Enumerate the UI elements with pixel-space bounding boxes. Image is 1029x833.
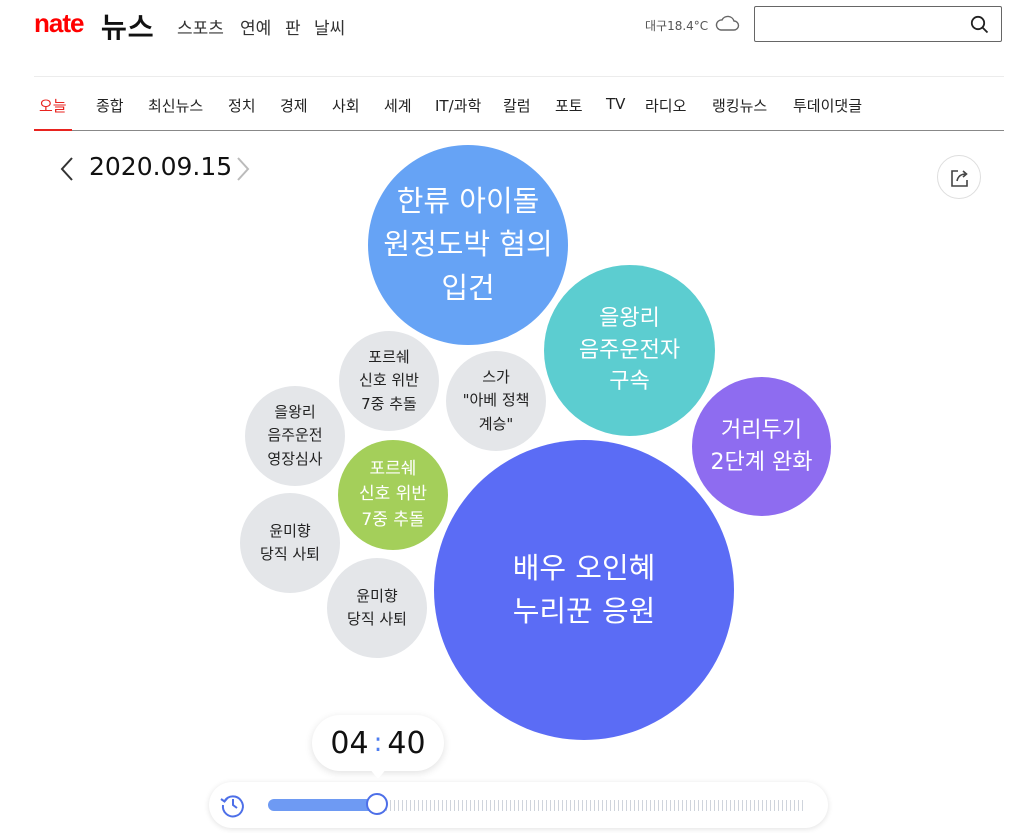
bubble-topic-6[interactable]: 포르쉐 신호 위반 7중 추돌 (339, 331, 439, 431)
search-input[interactable] (754, 6, 1002, 42)
tab-today-comments[interactable]: 투데이댓글 (793, 95, 862, 116)
tab-radio[interactable]: 라디오 (645, 95, 686, 116)
timeline-progress (268, 799, 378, 811)
bubble-topic-8[interactable]: 을왕리 음주운전 영장심사 (245, 386, 345, 486)
bubble-label: 포르쉐 신호 위반 7중 추돌 (359, 458, 427, 530)
chevron-left-icon[interactable] (58, 156, 76, 186)
chevron-right-icon[interactable] (234, 156, 252, 186)
active-tab-indicator (34, 129, 72, 131)
bubble-label: 한류 아이돌 원정도박 혐의 입건 (383, 183, 553, 305)
bubble-label: 거리두기 2단계 완화 (710, 417, 813, 475)
current-date: 2020.09.15 (89, 152, 233, 181)
bubble-topic-2[interactable]: 을왕리 음주운전자 구속 (544, 265, 715, 436)
link-sports[interactable]: 스포츠 (177, 14, 224, 39)
time-colon: : (373, 728, 383, 758)
bubble-topic-9[interactable]: 윤미향 당직 사퇴 (240, 493, 340, 593)
time-tooltip: 04:40 (312, 715, 444, 771)
tab-general[interactable]: 종합 (96, 95, 124, 116)
link-pann[interactable]: 판 (285, 14, 301, 39)
bubble-topic-4[interactable]: 배우 오인혜 누리꾼 응원 (434, 440, 734, 740)
tab-politics[interactable]: 정치 (228, 95, 256, 116)
tab-world[interactable]: 세계 (384, 95, 412, 116)
timeline-ticks (386, 800, 806, 811)
time-minute: 40 (387, 725, 426, 761)
bubble-label: 을왕리 음주운전자 구속 (578, 305, 681, 395)
link-weather[interactable]: 날씨 (314, 14, 345, 39)
share-icon (951, 170, 968, 187)
news-logo[interactable]: 뉴스 (101, 6, 155, 46)
bubble-topic-5[interactable]: 포르쉐 신호 위반 7중 추돌 (338, 440, 448, 550)
bubble-label: 포르쉐 신호 위반 7중 추돌 (359, 348, 419, 413)
weather-info[interactable]: 대구18.4°C (645, 17, 708, 34)
share-button[interactable] (937, 155, 981, 199)
cloud-icon (714, 13, 740, 37)
time-hour: 04 (330, 725, 369, 761)
tab-column[interactable]: 칼럼 (503, 95, 531, 116)
tab-society[interactable]: 사회 (332, 95, 360, 116)
bubble-label: 스가 "아베 정책 계승" (462, 368, 530, 433)
tab-ranking[interactable]: 랭킹뉴스 (712, 95, 767, 116)
nate-logo[interactable]: nate (34, 8, 84, 39)
nav-divider (34, 130, 1004, 131)
tab-tv[interactable]: TV (606, 95, 625, 113)
tab-latest[interactable]: 최신뉴스 (148, 95, 203, 116)
history-clock-icon[interactable] (219, 791, 247, 823)
header-divider (34, 76, 1004, 77)
timeline-handle[interactable] (366, 793, 388, 815)
bubble-topic-10[interactable]: 윤미향 당직 사퇴 (327, 558, 427, 658)
tab-it-science[interactable]: IT/과학 (435, 95, 481, 116)
tooltip-pointer (369, 768, 387, 779)
bubble-topic-3[interactable]: 거리두기 2단계 완화 (692, 377, 831, 516)
bubble-topic-7[interactable]: 스가 "아베 정책 계승" (446, 351, 546, 451)
bubble-label: 윤미향 당직 사퇴 (347, 586, 407, 628)
tab-photo[interactable]: 포토 (555, 95, 583, 116)
link-entertainment[interactable]: 연예 (240, 14, 271, 39)
tab-economy[interactable]: 경제 (280, 95, 308, 116)
tab-today[interactable]: 오늘 (39, 95, 67, 116)
bubble-label: 배우 오인혜 누리꾼 응원 (512, 550, 656, 629)
bubble-label: 윤미향 당직 사퇴 (260, 521, 320, 563)
search-icon[interactable] (970, 15, 989, 38)
bubble-label: 을왕리 음주운전 영장심사 (267, 403, 323, 468)
bubble-topic-1[interactable]: 한류 아이돌 원정도박 혐의 입건 (368, 145, 568, 345)
